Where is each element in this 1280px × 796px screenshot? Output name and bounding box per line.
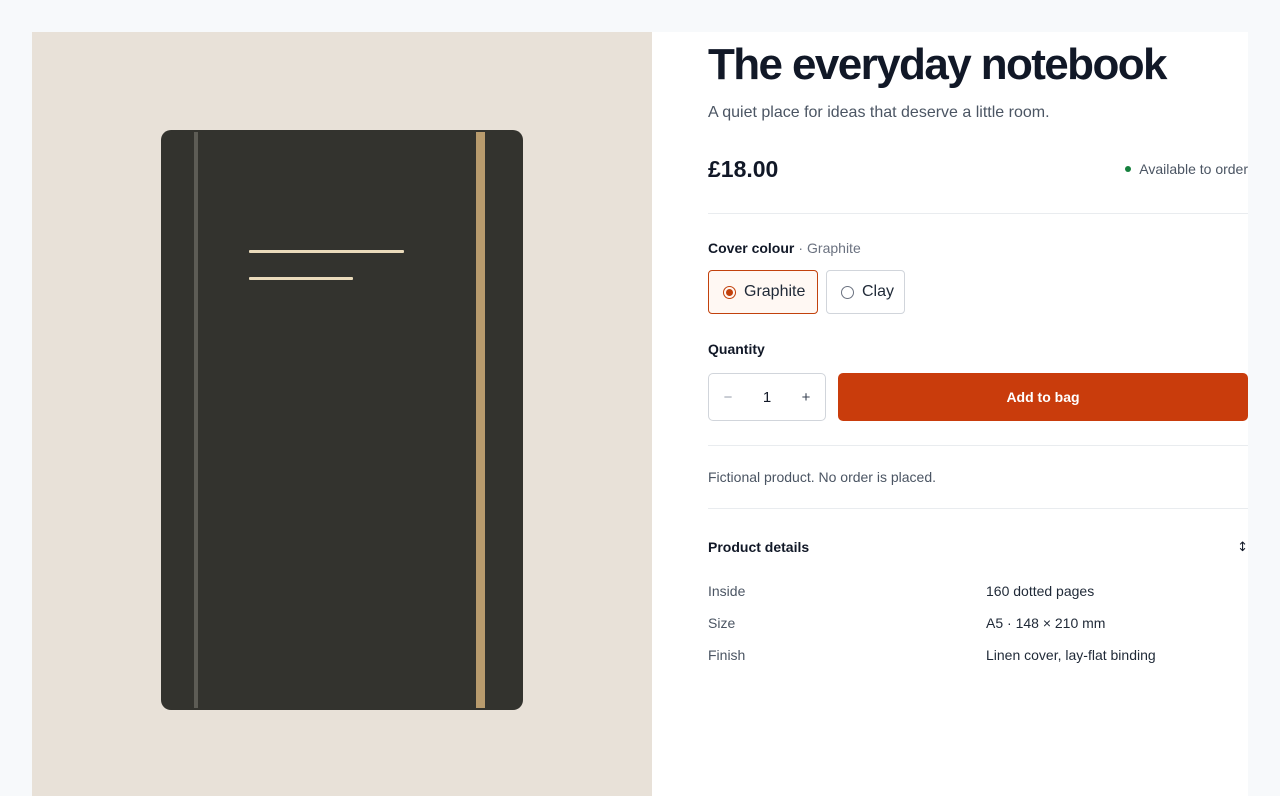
radio-selected-icon bbox=[723, 285, 736, 299]
availability-status: Available to order bbox=[1125, 161, 1248, 177]
cover-colour-label-text: Cover colour bbox=[708, 240, 795, 256]
quantity-value[interactable]: 1 bbox=[763, 389, 771, 406]
product-details-panel: The everyday notebook A quiet place for … bbox=[652, 32, 1248, 796]
disclaimer-note: Fictional product. No order is placed. bbox=[708, 469, 936, 485]
status-dot-icon bbox=[1125, 166, 1132, 172]
notebook-illustration bbox=[161, 130, 523, 710]
add-to-bag-button[interactable]: Add to bag bbox=[838, 373, 1248, 421]
colour-option-graphite[interactable]: Graphite bbox=[708, 270, 818, 314]
spec-value: 160 dotted pages bbox=[986, 583, 1095, 599]
increment-button[interactable]: + bbox=[787, 374, 825, 420]
notebook-elastic-band bbox=[476, 132, 485, 708]
spec-value: A5 · 148 × 210 mm bbox=[986, 615, 1106, 631]
product-image bbox=[32, 32, 652, 796]
spec-key: Size bbox=[708, 615, 736, 631]
radio-unselected-icon bbox=[841, 285, 854, 299]
product-title: The everyday notebook bbox=[708, 40, 1167, 89]
cover-colour-selected-value: Graphite bbox=[807, 240, 861, 256]
colour-option-clay[interactable]: Clay bbox=[826, 270, 905, 314]
divider bbox=[708, 213, 1248, 214]
expand-collapse-icon: ↕ bbox=[1237, 539, 1248, 555]
quantity-label: Quantity bbox=[708, 341, 765, 357]
notebook-spine bbox=[194, 132, 198, 708]
divider bbox=[708, 445, 1248, 446]
notebook-label-line bbox=[249, 277, 353, 280]
availability-text: Available to order bbox=[1139, 161, 1248, 177]
quantity-stepper: − 1 + bbox=[708, 373, 826, 421]
product-details-title: Product details bbox=[708, 539, 810, 555]
cover-colour-label: Cover colour · Graphite bbox=[708, 240, 861, 256]
product-details-toggle[interactable]: Product details ↕ bbox=[708, 535, 1248, 559]
spec-row: Finish Linen cover, lay-flat binding bbox=[708, 647, 1248, 667]
spec-key: Inside bbox=[708, 583, 746, 599]
notebook-label-line bbox=[249, 250, 404, 253]
divider bbox=[708, 508, 1248, 509]
colour-option-label: Clay bbox=[862, 283, 895, 300]
decrement-button[interactable]: − bbox=[709, 374, 747, 420]
spec-row: Inside 160 dotted pages bbox=[708, 583, 1248, 603]
separator: · bbox=[798, 240, 804, 256]
product-price: £18.00 bbox=[708, 156, 779, 182]
spec-key: Finish bbox=[708, 647, 746, 663]
spec-value: Linen cover, lay-flat binding bbox=[986, 647, 1156, 663]
product-subtitle: A quiet place for ideas that deserve a l… bbox=[708, 104, 1050, 121]
spec-row: Size A5 · 148 × 210 mm bbox=[708, 615, 1248, 635]
colour-option-label: Graphite bbox=[744, 283, 806, 300]
